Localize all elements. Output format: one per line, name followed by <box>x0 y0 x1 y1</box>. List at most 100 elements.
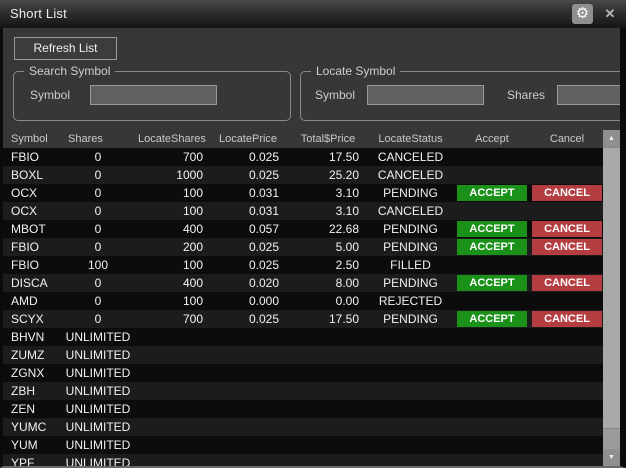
cell-locate-shares: 700 <box>138 312 208 326</box>
cell-total-price: 17.50 <box>288 312 368 326</box>
search-symbol-input[interactable] <box>90 85 217 105</box>
cell-shares: UNLIMITED <box>58 402 138 416</box>
cell-shares: 0 <box>58 276 138 290</box>
table-row[interactable]: FBIO1001000.0252.50FILLED <box>3 256 603 274</box>
search-symbol-group: Search Symbol Symbol <box>13 71 291 121</box>
cell-locate-price: 0.025 <box>208 258 288 272</box>
cell-shares: 100 <box>58 258 138 272</box>
cell-symbol: AMD <box>3 294 58 308</box>
cell-locate-price: 0.000 <box>208 294 288 308</box>
column-header-cancel[interactable]: Cancel <box>531 133 603 145</box>
cell-status: PENDING <box>368 186 453 200</box>
locate-symbol-input[interactable] <box>367 85 484 105</box>
table-row[interactable]: ZBHUNLIMITED <box>3 382 603 400</box>
cell-symbol: MBOT <box>3 222 58 236</box>
cell-accept: ACCEPT <box>453 311 531 327</box>
cell-status: PENDING <box>368 312 453 326</box>
refresh-list-button[interactable]: Refresh List <box>14 37 117 60</box>
cell-status: REJECTED <box>368 294 453 308</box>
column-header-totalprice[interactable]: Total$Price <box>288 133 368 145</box>
cell-symbol: ZBH <box>3 384 58 398</box>
accept-button[interactable]: ACCEPT <box>457 239 527 255</box>
table-row[interactable]: YPFUNLIMITED <box>3 454 603 466</box>
cell-total-price: 3.10 <box>288 186 368 200</box>
cell-total-price: 25.20 <box>288 168 368 182</box>
cell-shares: 0 <box>58 168 138 182</box>
scroll-up-icon[interactable]: ▲ <box>603 130 620 147</box>
column-header-locatestatus[interactable]: LocateStatus <box>368 133 453 145</box>
cell-shares: 0 <box>58 294 138 308</box>
cell-total-price: 2.50 <box>288 258 368 272</box>
table-row[interactable]: FBIO07000.02517.50CANCELED <box>3 148 603 166</box>
table-body: FBIO07000.02517.50CANCELEDBOXL010000.025… <box>3 148 603 466</box>
cancel-button[interactable]: CANCEL <box>532 239 602 255</box>
cell-symbol: BOXL <box>3 168 58 182</box>
cell-locate-shares: 200 <box>138 240 208 254</box>
cancel-button[interactable]: CANCEL <box>532 275 602 291</box>
cancel-button[interactable]: CANCEL <box>532 221 602 237</box>
vertical-scrollbar[interactable]: ▲ ▼ <box>603 130 620 466</box>
cell-status: CANCELED <box>368 204 453 218</box>
cancel-button[interactable]: CANCEL <box>532 185 602 201</box>
scroll-down-icon[interactable]: ▼ <box>603 449 620 466</box>
table-row[interactable]: YUMCUNLIMITED <box>3 418 603 436</box>
table-row[interactable]: MBOT04000.05722.68PENDINGACCEPTCANCEL <box>3 220 603 238</box>
cell-symbol: YPF <box>3 456 58 466</box>
cell-symbol: OCX <box>3 186 58 200</box>
accept-button[interactable]: ACCEPT <box>457 185 527 201</box>
cell-symbol: SCYX <box>3 312 58 326</box>
cell-shares: 0 <box>58 150 138 164</box>
table-row[interactable]: BHVNUNLIMITED <box>3 328 603 346</box>
cell-symbol: FBIO <box>3 150 58 164</box>
locate-shares-input[interactable] <box>557 85 620 105</box>
cancel-button[interactable]: CANCEL <box>532 311 602 327</box>
cell-cancel: CANCEL <box>531 185 603 201</box>
column-header-locateshares[interactable]: LocateShares <box>138 133 208 145</box>
column-header-symbol[interactable]: Symbol <box>3 133 58 145</box>
table-row[interactable]: YUMUNLIMITED <box>3 436 603 454</box>
cell-cancel: CANCEL <box>531 221 603 237</box>
cell-locate-shares: 100 <box>138 294 208 308</box>
scrollbar-thumb[interactable] <box>603 147 620 429</box>
locate-symbol-group: Locate Symbol Symbol Shares <box>300 71 620 121</box>
table-row[interactable]: ZENUNLIMITED <box>3 400 603 418</box>
table-row[interactable]: OCX01000.0313.10PENDING ACCEPT CANCEL <box>3 184 603 202</box>
cell-accept: ACCEPT <box>453 185 531 201</box>
table-row[interactable]: OCX01000.0313.10CANCELED <box>3 202 603 220</box>
settings-gear-icon[interactable]: ⚙ <box>572 4 593 24</box>
table-row[interactable]: DISCA04000.0208.00PENDINGACCEPTCANCEL <box>3 274 603 292</box>
locate-symbol-legend: Locate Symbol <box>311 64 400 78</box>
cell-locate-price: 0.031 <box>208 186 288 200</box>
cell-shares: 0 <box>58 204 138 218</box>
column-header-locateprice[interactable]: LocatePrice <box>208 133 288 145</box>
cell-cancel: CANCEL <box>531 239 603 255</box>
accept-button[interactable]: ACCEPT <box>457 311 527 327</box>
table-row[interactable]: FBIO02000.0255.00PENDINGACCEPTCANCEL <box>3 238 603 256</box>
table-row[interactable]: BOXL010000.02525.20CANCELED <box>3 166 603 184</box>
close-icon[interactable]: ✕ <box>602 6 618 22</box>
cell-shares: UNLIMITED <box>58 366 138 380</box>
table-row[interactable]: SCYX07000.02517.50PENDINGACCEPTCANCEL <box>3 310 603 328</box>
cell-locate-shares: 100 <box>138 258 208 272</box>
table-row[interactable]: AMD01000.0000.00REJECTED <box>3 292 603 310</box>
cell-total-price: 5.00 <box>288 240 368 254</box>
cell-symbol: ZGNX <box>3 366 58 380</box>
cell-locate-shares: 100 <box>138 186 208 200</box>
cell-accept: ACCEPT <box>453 221 531 237</box>
table-row[interactable]: ZUMZUNLIMITED <box>3 346 603 364</box>
column-header-accept[interactable]: Accept <box>453 133 531 145</box>
accept-button[interactable]: ACCEPT <box>457 221 527 237</box>
cell-shares: 0 <box>58 186 138 200</box>
cell-total-price: 3.10 <box>288 204 368 218</box>
search-symbol-legend: Search Symbol <box>24 64 115 78</box>
cell-accept: ACCEPT <box>453 275 531 291</box>
table-row[interactable]: ZGNXUNLIMITED <box>3 364 603 382</box>
cell-locate-price: 0.025 <box>208 240 288 254</box>
accept-button[interactable]: ACCEPT <box>457 275 527 291</box>
cell-locate-shares: 1000 <box>138 168 208 182</box>
cell-symbol: OCX <box>3 204 58 218</box>
cell-symbol: BHVN <box>3 330 58 344</box>
cell-shares: UNLIMITED <box>58 330 138 344</box>
window-title: Short List <box>10 6 67 21</box>
column-header-shares[interactable]: Shares <box>58 133 138 145</box>
